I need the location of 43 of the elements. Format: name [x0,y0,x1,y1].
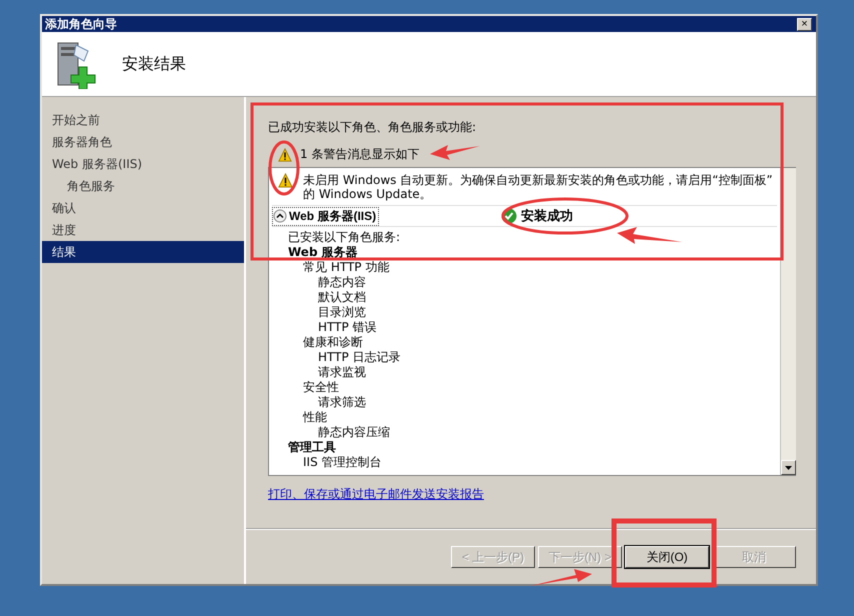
sidebar-item[interactable]: Web 服务器(IIS) [42,153,244,175]
sidebar-item[interactable]: 开始之前 [42,109,244,131]
warning-icon [278,173,293,188]
sidebar-item[interactable]: 进度 [42,219,244,241]
sidebar-item[interactable]: 确认 [42,197,244,219]
summary-text: 已成功安装以下角色、角色服务或功能: [268,119,478,136]
close-button[interactable]: × [797,18,812,30]
report-link[interactable]: 打印、保存或通过电子邮件发送安装报告 [268,486,484,503]
tree-item: 管理工具 [287,440,336,455]
annotation-arrow [530,569,592,586]
tree-item: 安全性 [302,380,339,395]
annotation-arrow [617,227,682,244]
tree-item: 默认文档 [317,290,366,305]
tree-item: 健康和诊断 [302,335,363,350]
tree-item: Web 服务器 [287,245,358,260]
sidebar-item[interactable]: 角色服务 [42,175,244,197]
tree-item: IIS 管理控制台 [302,455,382,470]
status-text: 安装成功 [521,208,574,225]
tree-item: 请求筛选 [317,395,366,410]
annotation-arrow [430,145,480,160]
section-toggle[interactable]: Web 服务器(IIS) [272,206,380,226]
intro-text: 已安装以下角色服务: [288,230,400,245]
down-arrow-icon [785,466,792,470]
window-title: 添加角色向导 [45,16,117,32]
warning-count: 1 条警告消息显示如下 [300,146,420,163]
page-title: 安装结果 [122,54,186,74]
tree-item: 静态内容压缩 [317,425,390,440]
wizard-button[interactable]: 关闭(O) [625,546,709,568]
scrollbar[interactable] [780,168,796,475]
sidebar-item[interactable]: 结果 [42,241,244,263]
tree-item: HTTP 错误 [317,320,377,335]
annotation-circle [268,140,300,196]
tree-item: 静态内容 [317,275,366,290]
warning-icon [278,148,292,162]
tree-item: 请求监视 [317,365,366,380]
tree-item: 常见 HTTP 功能 [302,260,390,275]
collapse-icon [273,209,287,223]
sidebar-item[interactable]: 服务器角色 [42,131,244,153]
success-check-icon [501,208,518,224]
warning-message: 未启用 Windows 自动更新。为确保自动更新最新安装的角色或功能，请启用“控制面板” 的 Windows Update。 [303,173,773,201]
tree-item: HTTP 日志记录 [317,350,401,365]
tree-item: 目录浏览 [317,305,366,320]
tree-item: 性能 [302,410,327,425]
